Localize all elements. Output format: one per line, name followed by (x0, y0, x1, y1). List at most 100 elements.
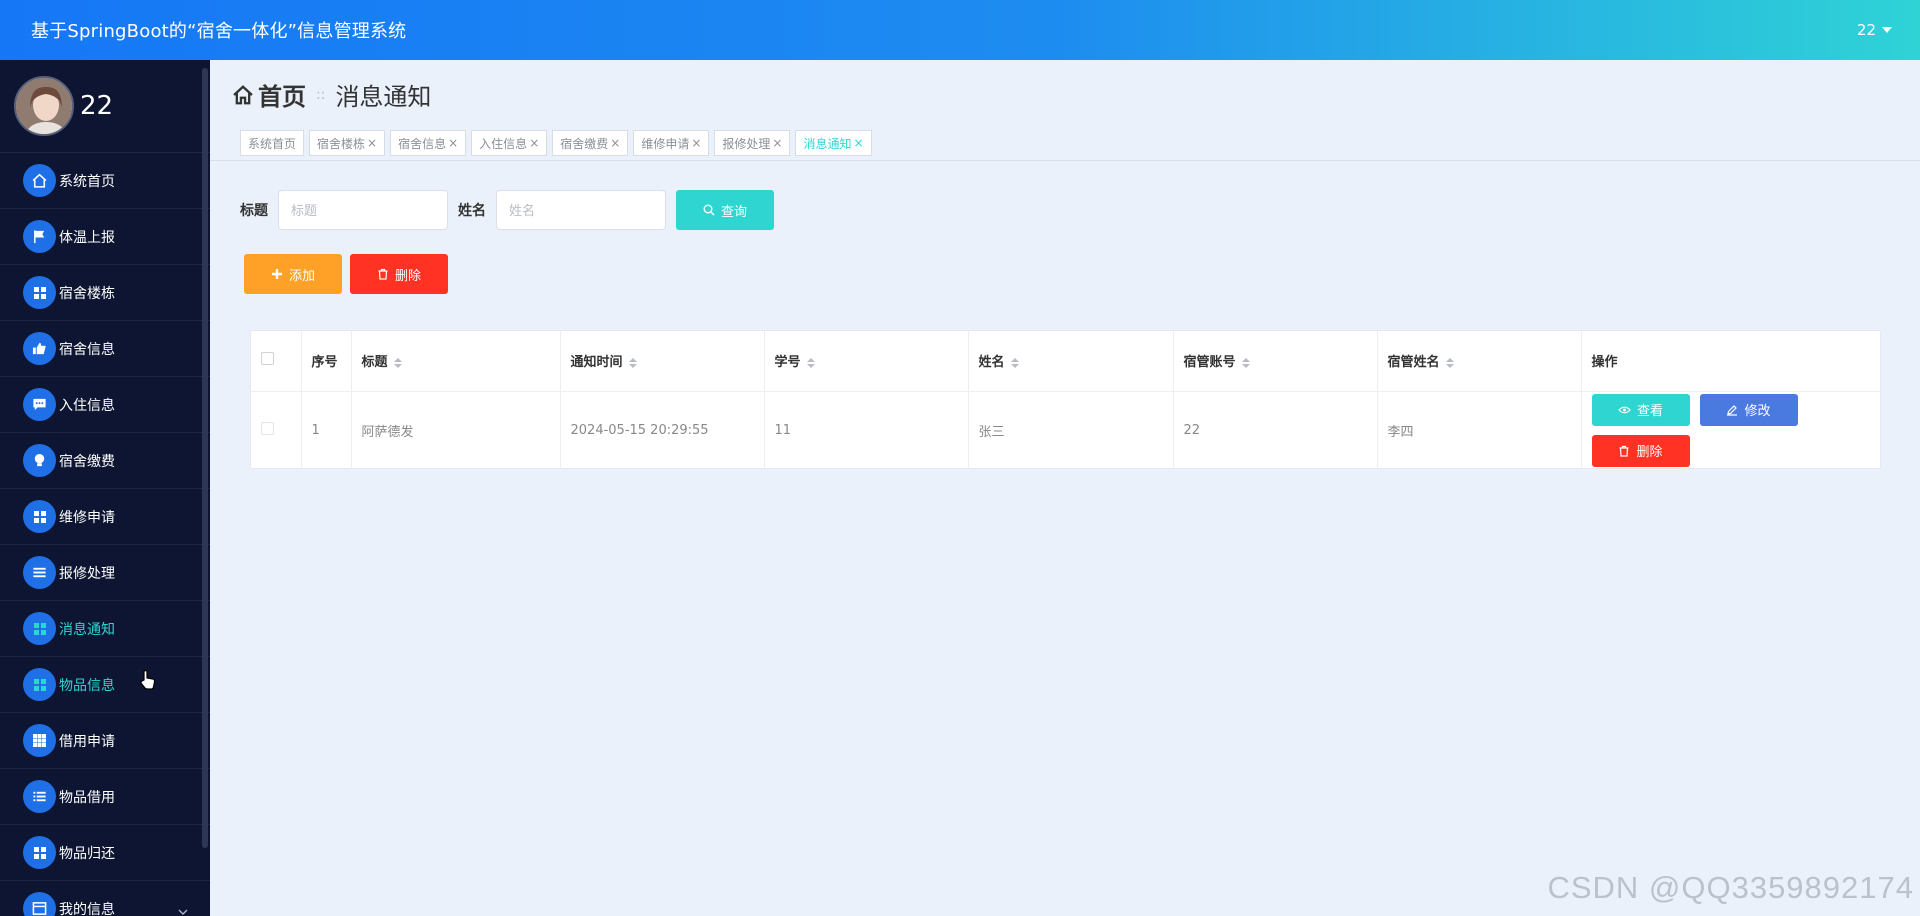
close-icon[interactable]: × (448, 136, 458, 150)
cell-student-id: 11 (764, 391, 969, 469)
column-header-sortable[interactable]: 宿管姓名 (1377, 331, 1582, 392)
delete-button[interactable]: 删除 (1591, 434, 1690, 467)
query-button-label: 查询 (720, 203, 747, 219)
select-all-checkbox[interactable] (261, 352, 274, 366)
tab-repair-request[interactable]: 维修申请 × (633, 130, 710, 156)
close-icon[interactable]: × (854, 136, 864, 150)
add-button[interactable]: 添加 (244, 254, 342, 294)
close-icon[interactable]: × (772, 136, 782, 150)
edit-button-label: 修改 (1744, 403, 1771, 419)
close-icon[interactable]: × (529, 136, 539, 150)
close-icon[interactable]: × (367, 136, 377, 150)
sidebar-item-label: 系统首页 (59, 173, 115, 190)
sidebar-item-borrow[interactable]: 物品借用 (0, 769, 210, 825)
tab-notices[interactable]: 消息通知 × (795, 130, 872, 156)
sort-icon[interactable] (1010, 357, 1019, 368)
sidebar-item-return[interactable]: 物品归还 (0, 825, 210, 881)
sidebar-item-building[interactable]: 宿舍楼栋 (0, 265, 210, 321)
grid-icon (23, 668, 56, 701)
sidebar-item-home[interactable]: 系统首页 (0, 153, 210, 209)
sidebar-item-dorm-info[interactable]: 宿舍信息 (0, 321, 210, 377)
name-input[interactable] (496, 190, 666, 230)
tab-checkin[interactable]: 入住信息 × (471, 130, 548, 156)
sidebar-item-my-info[interactable]: 我的信息 (0, 881, 210, 916)
query-button[interactable]: 查询 (676, 190, 774, 230)
tab-fees[interactable]: 宿舍缴费 × (552, 130, 629, 156)
column-header-label: 宿管姓名 (1387, 355, 1440, 371)
sidebar-item-label: 物品信息 (59, 677, 115, 694)
column-header-sortable[interactable]: 通知时间 (560, 331, 765, 392)
trash-icon (1619, 445, 1629, 457)
column-header-label: 学号 (774, 355, 801, 371)
view-button[interactable]: 查看 (1591, 393, 1690, 426)
sidebar-item-label: 消息通知 (59, 621, 115, 638)
sort-icon[interactable] (628, 357, 637, 368)
caret-down-icon (1882, 27, 1892, 33)
sidebar-item-goods[interactable]: 物品信息 (0, 657, 210, 713)
sort-icon[interactable] (1241, 357, 1250, 368)
title-input[interactable] (278, 190, 448, 230)
sidebar-scrollbar[interactable] (202, 68, 208, 848)
column-header-label: 通知时间 (570, 355, 623, 371)
row-select-cell (251, 391, 302, 469)
search-icon (703, 204, 715, 216)
sort-icon[interactable] (393, 357, 402, 368)
select-all-cell (251, 331, 302, 392)
tab-label: 宿舍信息 (398, 136, 447, 151)
column-header-sortable[interactable]: 姓名 (968, 331, 1174, 392)
tab-label: 宿舍楼栋 (317, 136, 366, 151)
column-header-sortable[interactable]: 宿管账号 (1173, 331, 1378, 392)
bulk-delete-button-label: 删除 (394, 267, 421, 283)
sidebar-item-borrow-request[interactable]: 借用申请 (0, 713, 210, 769)
search-form: 标题 姓名 查询 (240, 190, 774, 230)
eye-icon (1618, 406, 1631, 414)
bulk-delete-button[interactable]: 删除 (350, 254, 448, 294)
close-icon[interactable]: × (691, 136, 701, 150)
user-menu-name: 22 (1856, 21, 1876, 39)
sidebar-item-label: 宿舍楼栋 (59, 285, 115, 302)
plus-icon (271, 269, 282, 279)
table-row: 1 阿萨德发 2024-05-15 20:29:55 11 张三 22 李四 查… (251, 391, 1880, 469)
sidebar-item-label: 我的信息 (59, 901, 115, 916)
tab-label: 入住信息 (479, 136, 528, 151)
sidebar-item-fees[interactable]: 宿舍缴费 (0, 433, 210, 489)
close-icon[interactable]: × (610, 136, 620, 150)
table-header-row: 序号 标题 通知时间 学号 姓名 宿管账号 宿管姓名 操作 (251, 331, 1880, 392)
tab-label: 报修处理 (722, 136, 771, 151)
sidebar-item-temperature[interactable]: 体温上报 (0, 209, 210, 265)
tab-system-home[interactable]: 系统首页 (240, 130, 305, 156)
column-header-label: 标题 (361, 355, 388, 371)
sidebar-item-label: 宿舍缴费 (59, 453, 115, 470)
sidebar-item-repair-request[interactable]: 维修申请 (0, 489, 210, 545)
edit-button[interactable]: 修改 (1699, 393, 1798, 426)
tab-bar-divider (210, 160, 1920, 161)
sidebar-item-label: 体温上报 (59, 229, 115, 246)
list-icon (23, 780, 56, 813)
hand-cursor-icon (139, 669, 157, 695)
list-icon (23, 556, 56, 589)
delete-button-label: 删除 (1636, 444, 1663, 460)
tab-dorm-info[interactable]: 宿舍信息 × (390, 130, 467, 156)
breadcrumb: 首页 :: 消息通知 (232, 77, 431, 112)
grid-icon (23, 500, 56, 533)
cell-index: 1 (301, 391, 352, 469)
user-menu[interactable]: 22 (1857, 21, 1892, 39)
tab-repair-handling[interactable]: 报修处理 × (714, 130, 791, 156)
row-checkbox[interactable] (261, 421, 274, 435)
tab-label: 消息通知 (803, 136, 852, 151)
column-header: 操作 (1581, 331, 1880, 392)
notice-table: 序号 标题 通知时间 学号 姓名 宿管账号 宿管姓名 操作 1 阿萨德发 202… (250, 330, 1881, 469)
sidebar-item-notices[interactable]: 消息通知 (0, 601, 210, 657)
column-header-sortable[interactable]: 标题 (351, 331, 561, 392)
breadcrumb-home[interactable]: 首页 (232, 77, 306, 112)
sidebar-item-checkin[interactable]: 入住信息 (0, 377, 210, 433)
sidebar-item-repair-handling[interactable]: 报修处理 (0, 545, 210, 601)
tab-building[interactable]: 宿舍楼栋 × (309, 130, 386, 156)
add-button-label: 添加 (288, 267, 315, 283)
sort-icon[interactable] (806, 357, 815, 368)
edit-icon (1727, 404, 1738, 416)
column-header-sortable[interactable]: 学号 (764, 331, 969, 392)
sort-icon[interactable] (1445, 357, 1454, 368)
tab-label: 维修申请 (641, 136, 690, 151)
breadcrumb-separator: :: (316, 86, 326, 103)
